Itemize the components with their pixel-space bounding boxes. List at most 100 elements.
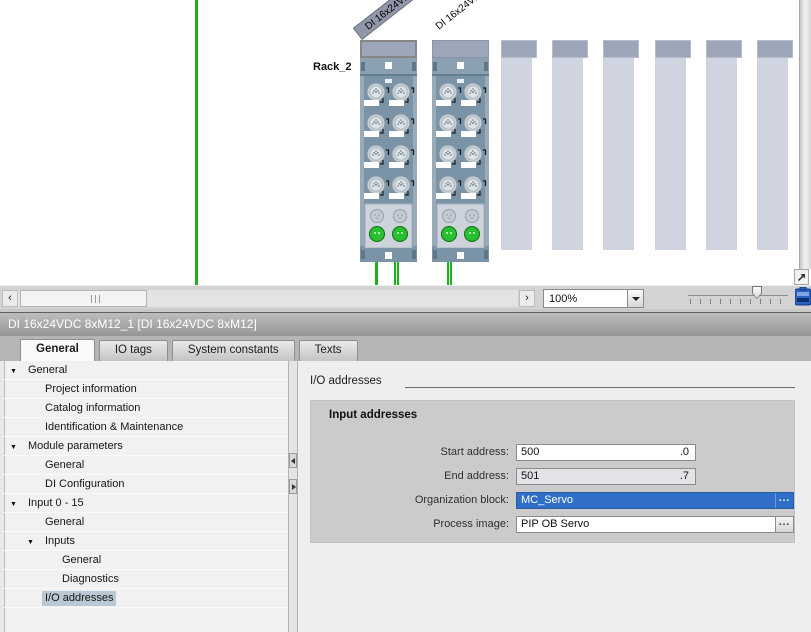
nav-item-general[interactable]: General: [4, 551, 288, 570]
browse-button[interactable]: ...: [775, 493, 793, 508]
green-connection-line: [394, 262, 399, 285]
bit-suffix: .7: [678, 469, 695, 484]
slot-header[interactable]: [655, 40, 691, 58]
nav-item-label: Catalog information: [42, 401, 143, 416]
field-value: MC_Servo: [517, 493, 775, 508]
empty-slot-body[interactable]: [501, 58, 532, 250]
field-value: PIP OB Servo: [517, 517, 775, 532]
module-rotated-label: DI 16x24VDC 8xM12: [425, 0, 522, 40]
nav-item-label: DI Configuration: [42, 477, 128, 492]
panel-title: Input addresses: [329, 409, 417, 421]
empty-slot-body[interactable]: [552, 58, 583, 250]
properties-body: ▼ General Project information Catalog infor…: [0, 361, 811, 632]
green-connection-line: [447, 262, 452, 285]
nav-item-label: Inputs: [42, 534, 78, 549]
green-connection-line: [375, 262, 378, 285]
blue-device-icon: [795, 287, 811, 307]
nav-item-label: Module parameters: [25, 439, 126, 454]
nav-item-catalog-information[interactable]: Catalog information: [4, 399, 288, 418]
horizontal-scrollbar-track[interactable]: [18, 290, 518, 307]
pan-overview-button[interactable]: [794, 269, 809, 285]
tab-texts[interactable]: Texts: [299, 340, 358, 361]
zoom-slider-ticks: [690, 299, 788, 304]
field-input-end-address-[interactable]: 501.7: [516, 468, 696, 485]
tab-general[interactable]: General: [20, 339, 95, 361]
properties-tab-bar: GeneralIO tagsSystem constantsTexts: [0, 336, 811, 361]
field-value: 501: [517, 469, 678, 484]
nav-item-identification-maintenance[interactable]: Identification & Maintenance: [4, 418, 288, 437]
nav-item-label: Diagnostics: [59, 572, 122, 587]
nav-item-di-configuration[interactable]: DI Configuration: [4, 475, 288, 494]
nav-item-label: General: [25, 363, 70, 378]
zoom-level-value: 100%: [549, 291, 577, 307]
slot-header[interactable]: [432, 40, 489, 58]
tab-io-tags[interactable]: IO tags: [99, 340, 168, 361]
tia-portal-device-configuration: Rack_2 DI 16x24VDC 8xM12 DI 16x24VDC 8xM1…: [0, 0, 811, 632]
slot-header[interactable]: [501, 40, 537, 58]
expand-nav-button[interactable]: [289, 479, 297, 494]
nav-item-label: General: [42, 458, 87, 473]
nav-item-general[interactable]: General: [4, 456, 288, 475]
expand-arrow-icon[interactable]: ▼: [27, 533, 34, 552]
zoom-dropdown-button[interactable]: [627, 290, 643, 307]
empty-slot-body[interactable]: [655, 58, 686, 250]
properties-title-bar: DI 16x24VDC 8xM12_1 [DI 16x24VDC 8xM12]: [0, 313, 811, 336]
nav-item-label: Project information: [42, 382, 140, 397]
zoom-slider-track: [688, 295, 788, 296]
zoom-level-combobox[interactable]: 100%: [543, 289, 644, 308]
scrollbar-grip-icon: [91, 295, 102, 303]
device-view-canvas[interactable]: Rack_2 DI 16x24VDC 8xM12DI 16x24VDC 8xM1…: [0, 0, 811, 285]
nav-item-label: I/O addresses: [42, 591, 116, 606]
slot-header[interactable]: [706, 40, 742, 58]
section-title: I/O addresses: [310, 375, 382, 387]
properties-content: I/O addresses Input addresses Start addr…: [298, 361, 811, 632]
io-module-graphic[interactable]: [432, 58, 489, 262]
empty-slot-body[interactable]: [757, 58, 788, 250]
expand-arrow-icon[interactable]: ▼: [10, 438, 17, 457]
nav-item-label: Identification & Maintenance: [42, 420, 186, 435]
properties-pane: DI 16x24VDC 8xM12_1 [DI 16x24VDC 8xM12] …: [0, 312, 811, 632]
properties-nav-tree: ▼ General Project information Catalog infor…: [0, 361, 288, 632]
vertical-scrollbar[interactable]: [799, 0, 811, 269]
diagonal-arrow-icon: [795, 270, 808, 284]
slot-header[interactable]: [360, 40, 417, 58]
nav-item-general[interactable]: ▼ General: [4, 361, 288, 380]
slot-header[interactable]: [603, 40, 639, 58]
collapse-nav-button[interactable]: [289, 453, 297, 468]
section-title-rule: [405, 387, 795, 388]
nav-item-inputs[interactable]: ▼ Inputs: [4, 532, 288, 551]
nav-item-general[interactable]: General: [4, 513, 288, 532]
expand-arrow-icon[interactable]: ▼: [10, 495, 17, 514]
nav-item-diagnostics[interactable]: Diagnostics: [4, 570, 288, 589]
field-label: End address:: [311, 468, 509, 485]
tab-system-constants[interactable]: System constants: [172, 340, 295, 361]
rack-label: Rack_2: [313, 61, 352, 73]
scroll-right-button[interactable]: ›: [519, 290, 535, 307]
nav-item-module-parameters[interactable]: ▼ Module parameters: [4, 437, 288, 456]
zoom-slider[interactable]: [686, 283, 790, 309]
field-label: Start address:: [311, 444, 509, 461]
horizontal-scrollbar-thumb[interactable]: [20, 290, 147, 307]
zoom-slider-thumb[interactable]: [752, 286, 762, 299]
nav-item-i-o-addresses[interactable]: I/O addresses: [4, 589, 288, 608]
browse-button[interactable]: ...: [775, 517, 793, 532]
field-input-organization-block-[interactable]: MC_Servo...: [516, 492, 794, 509]
io-module-graphic[interactable]: [360, 58, 417, 262]
empty-slot-body[interactable]: [706, 58, 737, 250]
nav-item-label: General: [59, 553, 104, 568]
nav-item-project-information[interactable]: Project information: [4, 380, 288, 399]
field-input-start-address-[interactable]: 500.0: [516, 444, 696, 461]
field-input-process-image-[interactable]: PIP OB Servo...: [516, 516, 794, 533]
bit-suffix: .0: [678, 445, 695, 460]
empty-slot-body[interactable]: [603, 58, 634, 250]
slot-header[interactable]: [552, 40, 588, 58]
nav-splitter[interactable]: [288, 361, 298, 632]
expand-arrow-icon[interactable]: ▼: [10, 362, 17, 381]
nav-item-input-0-15[interactable]: ▼ Input 0 - 15: [4, 494, 288, 513]
scroll-left-button[interactable]: ‹: [2, 290, 18, 307]
nav-item-label: Input 0 - 15: [25, 496, 87, 511]
slot-header[interactable]: [757, 40, 793, 58]
nav-item-label: General: [42, 515, 87, 530]
input-addresses-panel: Input addresses Start address: 500.0 End a…: [310, 400, 795, 543]
green-connection-line: [195, 0, 198, 285]
